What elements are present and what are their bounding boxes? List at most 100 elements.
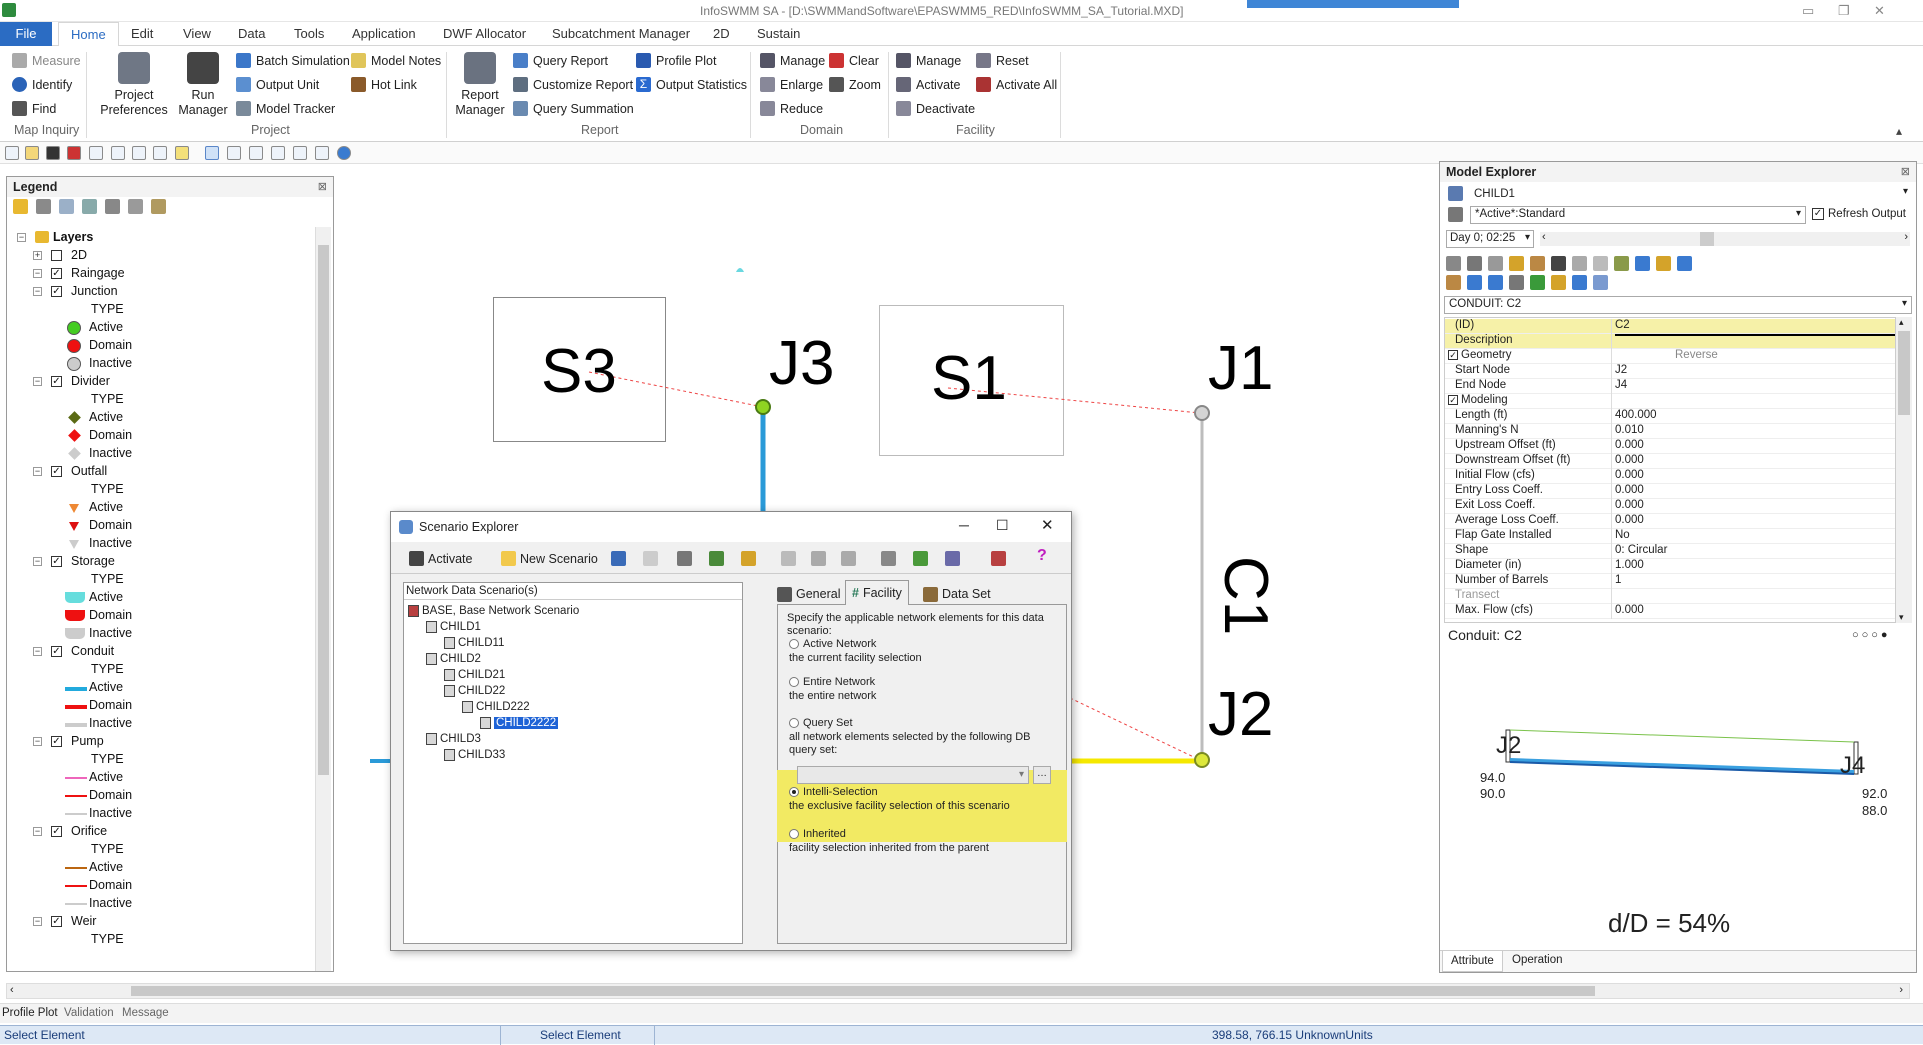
new-icon[interactable] <box>5 146 19 160</box>
property-row[interactable]: Shape 0: Circular <box>1445 544 1895 559</box>
property-value[interactable]: 0.000 <box>1615 439 1644 451</box>
property-row[interactable]: Downstream Offset (ft) 0.000 <box>1445 454 1895 469</box>
property-value[interactable]: 1.000 <box>1615 559 1644 571</box>
property-value[interactable]: C2 <box>1615 319 1630 331</box>
dialog-minimize-icon[interactable]: ─ <box>959 517 969 533</box>
table-icon[interactable] <box>1614 256 1629 271</box>
scenario-node-child3[interactable]: CHILD3 <box>426 731 481 747</box>
profile-page-dots[interactable]: ○○○● <box>1852 629 1891 641</box>
expand-icon[interactable]: − <box>33 827 42 836</box>
dialog-close-icon[interactable]: ✕ <box>1041 516 1054 534</box>
layer-visibility-checkbox[interactable]: ✓ <box>51 286 62 297</box>
tab-dwf-allocator[interactable]: DWF Allocator <box>443 26 526 41</box>
legend-item-pump[interactable]: − ✓ Pump <box>7 733 307 751</box>
legend-item-junction[interactable]: − ✓ Junction <box>7 283 307 301</box>
time-slider[interactable]: ‹ › <box>1540 231 1910 246</box>
property-value[interactable]: Reverse <box>1675 349 1718 361</box>
domain-manage-button[interactable]: Manage <box>760 53 825 68</box>
scenario-node-child33[interactable]: CHILD33 <box>444 747 505 763</box>
property-value[interactable]: No <box>1615 529 1630 541</box>
profile-plot-button[interactable]: Profile Plot <box>636 53 716 68</box>
property-row[interactable]: Number of Barrels 1 <box>1445 574 1895 589</box>
model-notes-button[interactable]: Model Notes <box>351 53 441 68</box>
delete-icon[interactable] <box>132 146 146 160</box>
chevron-down-icon[interactable]: ▾ <box>1903 186 1908 197</box>
export-icon[interactable] <box>153 146 167 160</box>
tab-file[interactable]: File <box>0 22 52 46</box>
merge-icon[interactable] <box>841 551 856 566</box>
minimize-icon[interactable]: ▭ <box>1802 3 1814 19</box>
tab-sustain[interactable]: Sustain <box>757 26 800 41</box>
close-icon[interactable]: ✕ <box>1874 3 1885 19</box>
expand-icon[interactable]: + <box>33 251 42 260</box>
filter-icon[interactable] <box>1677 256 1692 271</box>
exit-icon[interactable] <box>991 551 1006 566</box>
domain-enlarge-button[interactable]: Enlarge <box>760 77 823 92</box>
collapse-ribbon-icon[interactable]: ▴ <box>1896 124 1902 138</box>
legend-item-raingage[interactable]: − ✓ Raingage <box>7 265 307 283</box>
facility-option-active-network[interactable]: Active Network the current facility selec… <box>789 638 1059 665</box>
folder-icon[interactable] <box>1509 256 1524 271</box>
query-report-button[interactable]: Query Report <box>513 53 608 68</box>
copy-icon[interactable] <box>1572 256 1587 271</box>
facility-option-query-set[interactable]: Query Set all network elements selected b… <box>789 717 1059 757</box>
legend-item-weir[interactable]: − ✓ Weir <box>7 913 307 931</box>
scenario-node-child1[interactable]: CHILD1 <box>426 619 481 635</box>
property-row[interactable]: Average Loss Coeff. 0.000 <box>1445 514 1895 529</box>
layer-visibility-checkbox[interactable]: ✓ <box>51 736 62 747</box>
legend-close-icon[interactable]: ⊠ <box>318 180 327 193</box>
property-value[interactable]: 0.000 <box>1615 499 1644 511</box>
compare-icon[interactable] <box>881 551 896 566</box>
wand-icon[interactable] <box>1446 275 1461 290</box>
globe-icon[interactable] <box>337 146 351 160</box>
tab-edit[interactable]: Edit <box>131 26 153 41</box>
tab-subcatchment-manager[interactable]: Subcatchment Manager <box>552 26 690 41</box>
property-value[interactable]: 0.010 <box>1615 424 1644 436</box>
tab-tools[interactable]: Tools <box>294 26 324 41</box>
tab-attribute[interactable]: Attribute <box>1442 951 1503 972</box>
domain-reduce-button[interactable]: Reduce <box>760 101 823 116</box>
pointer-icon[interactable] <box>1446 256 1461 271</box>
property-value[interactable]: 0.000 <box>1615 469 1644 481</box>
expand-icon[interactable]: − <box>33 269 42 278</box>
property-row[interactable]: Length (ft) 400.000 <box>1445 409 1895 424</box>
property-row[interactable]: (ID) C2 <box>1445 319 1895 334</box>
property-row[interactable]: ✓ Modeling <box>1445 394 1895 409</box>
scenario-node-base[interactable]: BASE, Base Network Scenario <box>408 603 579 619</box>
link-icon[interactable] <box>1467 256 1482 271</box>
property-row[interactable]: Upstream Offset (ft) 0.000 <box>1445 439 1895 454</box>
property-value[interactable]: 0.000 <box>1615 604 1644 616</box>
property-row[interactable]: Exit Loss Coeff. 0.000 <box>1445 499 1895 514</box>
layer-visibility-checkbox[interactable]: ✓ <box>51 916 62 927</box>
element-select[interactable]: CONDUIT: C2 ▾ <box>1444 296 1912 314</box>
scenario-node-child11[interactable]: CHILD11 <box>444 635 504 651</box>
scenario-node-child21[interactable]: CHILD21 <box>444 667 505 683</box>
run-icon[interactable] <box>913 551 928 566</box>
facility-activate-all-button[interactable]: Activate All <box>976 77 1057 92</box>
junction-j3[interactable] <box>755 399 771 415</box>
property-value[interactable]: 0.000 <box>1615 484 1644 496</box>
junction-j1[interactable] <box>1194 405 1210 421</box>
save-icon[interactable] <box>46 146 60 160</box>
facility-option-entire-network[interactable]: Entire Network the entire network <box>789 676 1059 703</box>
tools-icon[interactable] <box>1656 256 1671 271</box>
erase-icon[interactable] <box>1593 256 1608 271</box>
tab-home[interactable]: Home <box>58 22 119 47</box>
property-scrollbar[interactable]: ▴ ▾ <box>1896 317 1912 623</box>
property-value[interactable]: 0.000 <box>1615 514 1644 526</box>
legend-item-outfall[interactable]: − ✓ Outfall <box>7 463 307 481</box>
expand-icon[interactable]: − <box>33 287 42 296</box>
query-set-browse-button[interactable]: … <box>1033 766 1051 784</box>
property-value[interactable]: J4 <box>1615 379 1627 391</box>
property-row[interactable]: Entry Loss Coeff. 0.000 <box>1445 484 1895 499</box>
copy-icon[interactable] <box>781 551 796 566</box>
help-icon[interactable]: ? <box>1037 547 1047 565</box>
property-value[interactable]: 400.000 <box>1615 409 1657 421</box>
map-horizontal-scrollbar[interactable]: ‹ › <box>6 983 1910 999</box>
property-value[interactable]: 1 <box>1615 574 1621 586</box>
tab-validation[interactable]: Validation <box>62 1007 116 1019</box>
radio-unchecked-icon[interactable] <box>789 677 799 687</box>
chart-icon[interactable] <box>1635 256 1650 271</box>
facility-deactivate-button[interactable]: Deactivate <box>896 101 975 116</box>
layer-visibility-checkbox[interactable]: ✓ <box>51 376 62 387</box>
